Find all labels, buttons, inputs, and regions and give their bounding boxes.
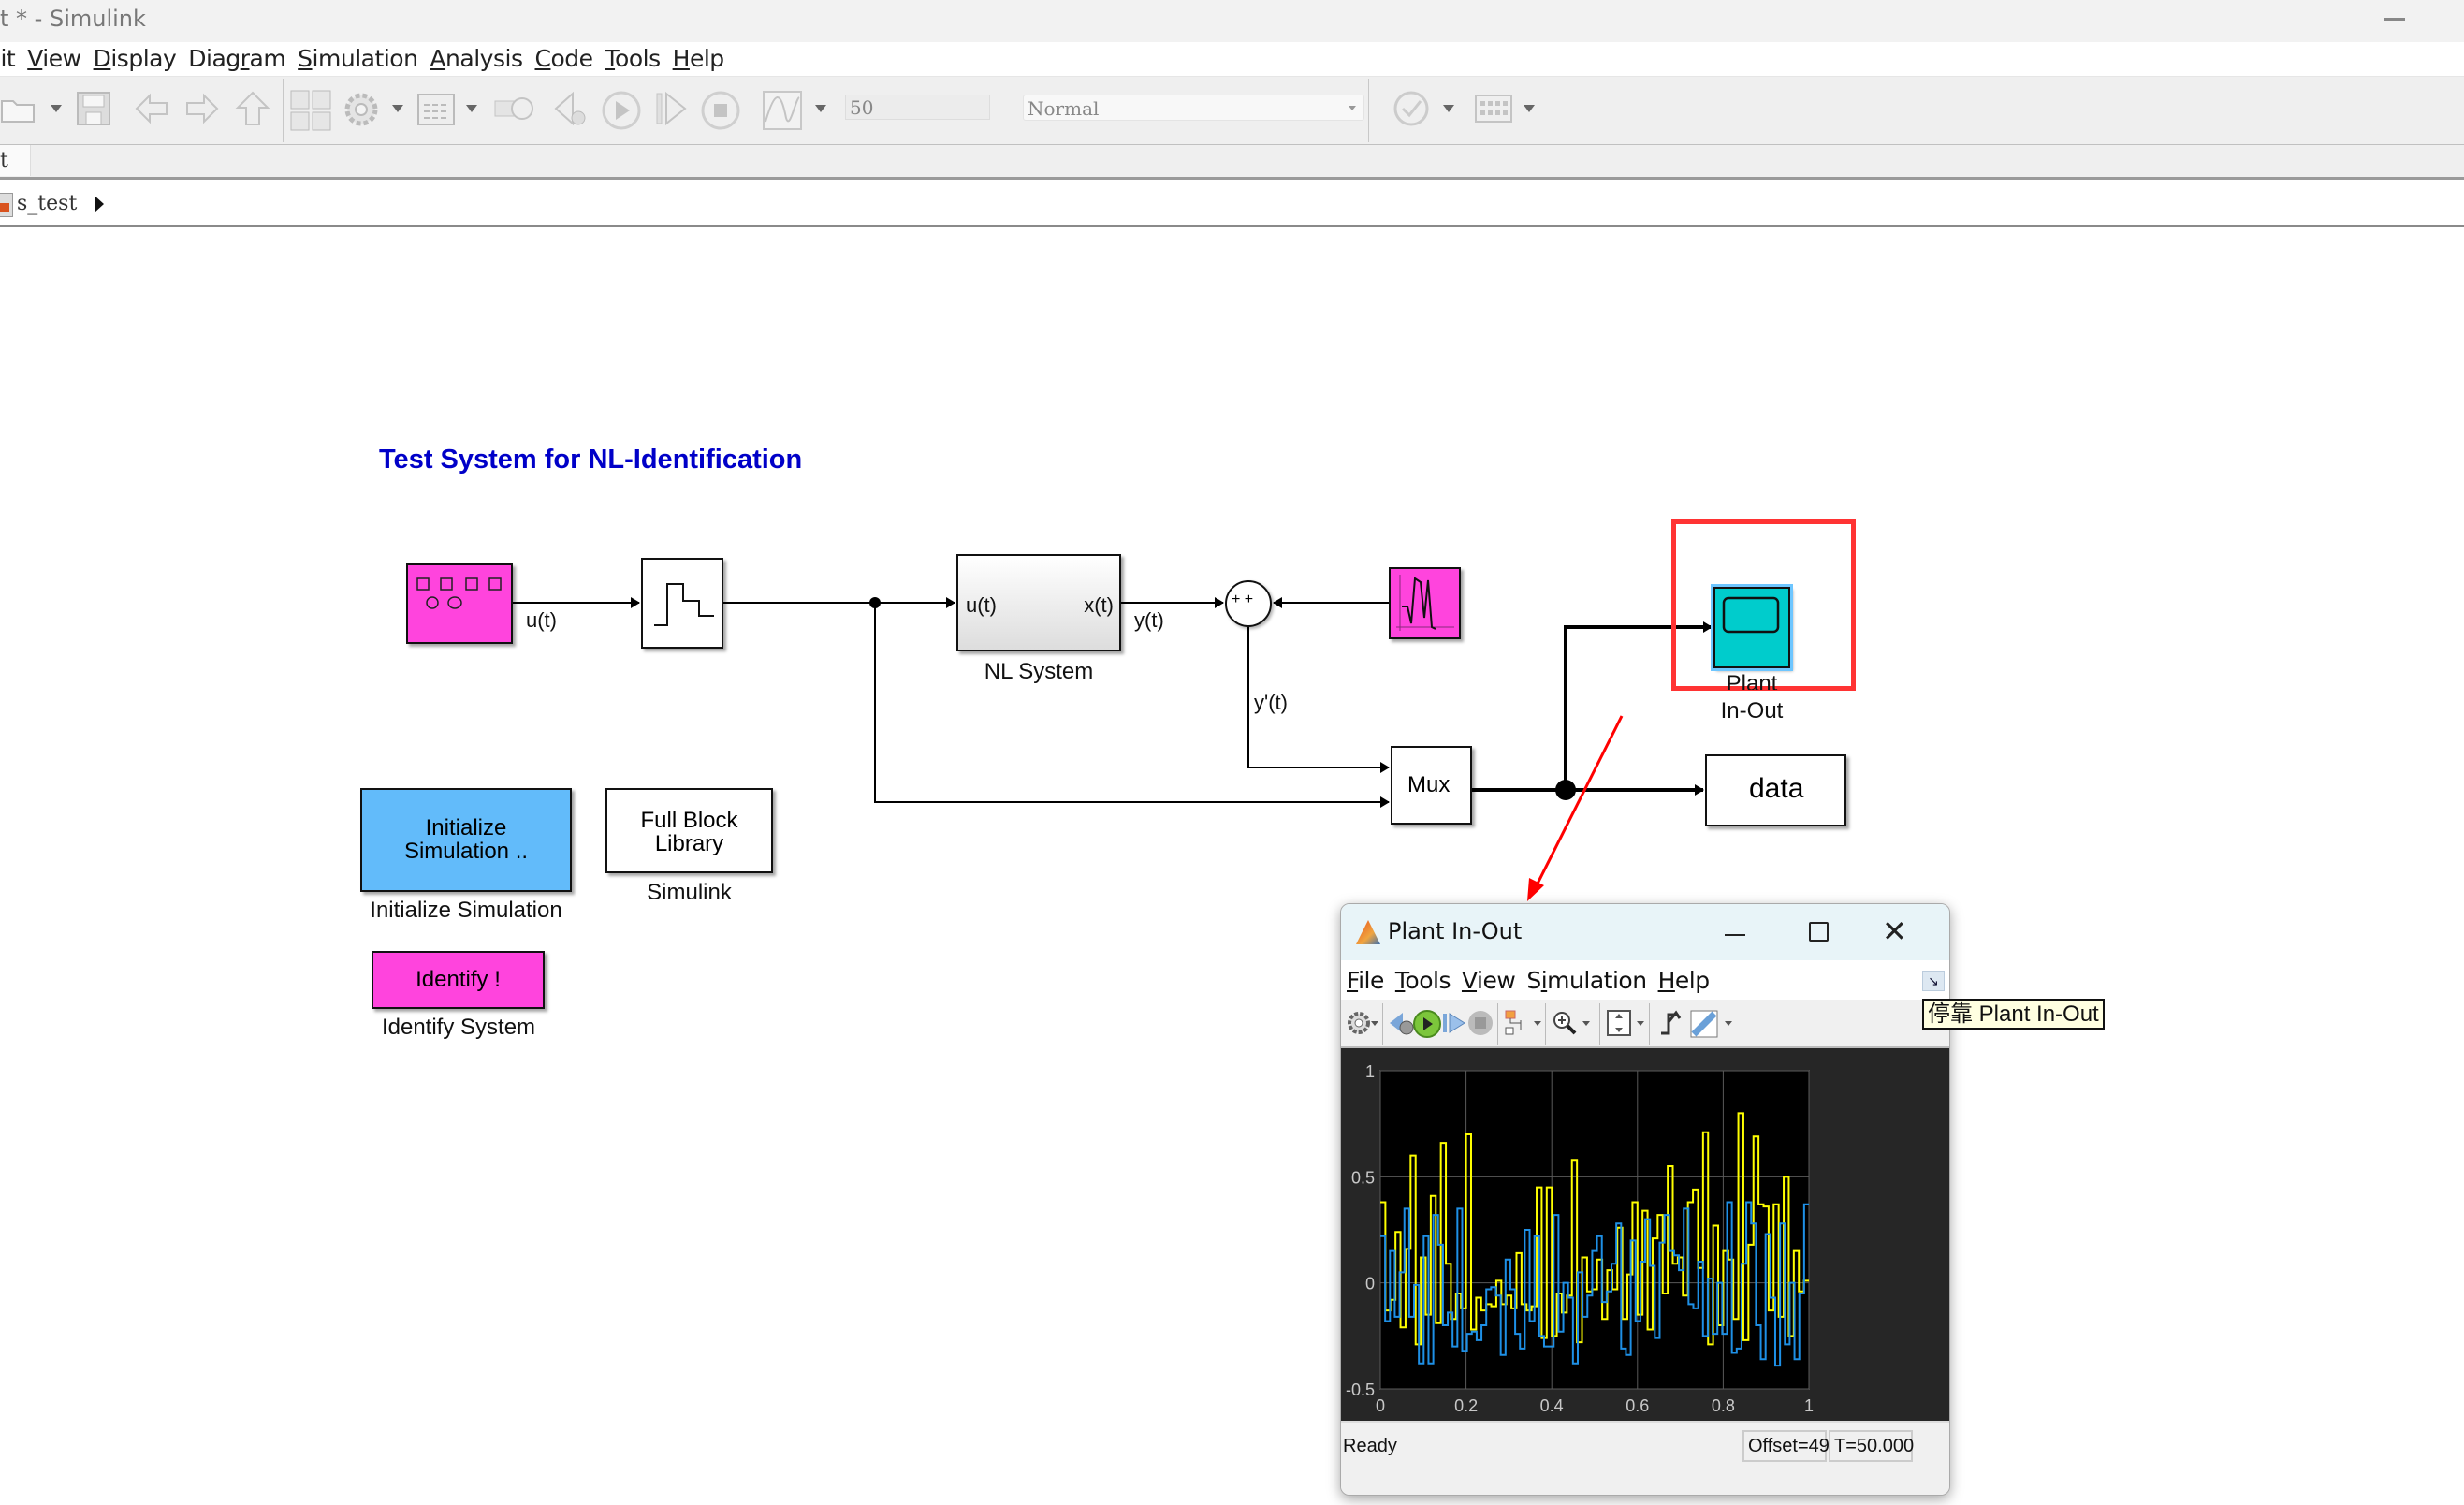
signal-label-u: u(t) <box>526 608 557 632</box>
scope-time-field: T=50.000 <box>1829 1430 1914 1462</box>
to-workspace-data-block[interactable]: data <box>1705 754 1846 826</box>
init-text-line1: Initialize <box>425 815 507 840</box>
y-tick-label: 0 <box>1365 1275 1375 1293</box>
scope-label-line2: In-Out <box>1720 698 1784 723</box>
library-text-line2: Library <box>654 831 724 856</box>
scope-status-bar: Ready Offset=49 T=50.000 <box>1341 1421 1949 1495</box>
init-text-line2: Simulation .. <box>403 839 529 864</box>
identify-system-label: Identify System <box>381 1015 536 1040</box>
noise-signal-icon <box>1396 575 1454 631</box>
scope-plot-area[interactable]: 0 0.2 0.4 0.6 0.8 1 1 0.5 0 -0.5 <box>1341 1048 1949 1421</box>
scope-window-title: Plant In-Out <box>1388 918 1523 944</box>
scope-toolbar <box>1341 1000 1949 1048</box>
scope-window: Plant In-Out ✕ ↘ File Tools View Simulation… <box>1340 903 1950 1496</box>
triggers-icon[interactable] <box>1657 1009 1685 1037</box>
sum-signs: + + <box>1232 592 1254 607</box>
menu-item-view[interactable]: View <box>1462 967 1516 994</box>
x-tick-label: 0 <box>1376 1396 1385 1415</box>
measurements-ruler-icon[interactable] <box>1689 1009 1718 1038</box>
dock-tooltip: 停靠 Plant In-Out <box>1922 999 2105 1030</box>
scope-maximize-button[interactable] <box>1809 922 1829 942</box>
zero-order-hold-block[interactable] <box>641 558 723 649</box>
data-label: data <box>1749 773 1804 804</box>
plant-in-out-scope-block[interactable] <box>1711 584 1793 671</box>
dock-arrow-icon[interactable]: ↘ <box>1922 971 1945 991</box>
scope-menu-bar: ↘ File Tools View Simulation Help <box>1341 960 1949 1001</box>
zoom-dropdown-arrow[interactable] <box>1582 1021 1590 1026</box>
annotation-arrow-head <box>1527 878 1544 901</box>
menu-item-simulation[interactable]: Simulation <box>1526 967 1647 994</box>
nl-in-port-label: u(t) <box>966 593 997 617</box>
y-tick-label: 0.5 <box>1351 1168 1375 1187</box>
identify-block[interactable]: Identify ! <box>372 951 545 1009</box>
simulink-library-label: Simulink <box>647 880 732 905</box>
menu-item-help[interactable]: Help <box>1658 967 1711 994</box>
plot-background <box>1379 1070 1810 1390</box>
random-signal-icon <box>416 577 502 609</box>
mux-block[interactable]: Mux <box>1391 746 1472 825</box>
signal-label-yprime: y'(t) <box>1254 691 1288 714</box>
identify-text: Identify ! <box>416 967 501 992</box>
full-block-library-block[interactable]: Full Block Library <box>605 788 773 873</box>
library-text-line1: Full Block <box>640 808 738 833</box>
step-forward-icon[interactable] <box>1440 1009 1468 1037</box>
y-tick-label: 1 <box>1365 1062 1375 1081</box>
signal-label-y: y(t) <box>1134 608 1164 632</box>
nl-out-port-label: x(t) <box>1084 593 1114 617</box>
run-icon[interactable] <box>1412 1009 1441 1038</box>
annotation-arrow-line <box>1533 715 1624 890</box>
scope-offset-field: Offset=49 <box>1742 1430 1830 1462</box>
settings-dropdown-arrow[interactable] <box>1371 1021 1378 1026</box>
zoom-in-icon[interactable] <box>1551 1009 1579 1037</box>
random-source-block[interactable] <box>406 563 513 644</box>
x-tick-label: 0.4 <box>1540 1396 1564 1415</box>
stop-icon[interactable] <box>1466 1009 1494 1037</box>
scope-minimize-button[interactable] <box>1725 934 1745 936</box>
step-hold-icon <box>654 583 714 626</box>
autoscale-dropdown-arrow[interactable] <box>1637 1021 1644 1026</box>
signal-lines <box>512 597 1713 901</box>
initialize-simulation-block[interactable]: Initialize Simulation .. <box>360 788 572 892</box>
scope-title-bar[interactable]: Plant In-Out ✕ <box>1341 904 1949 960</box>
wire-u-to-mux[interactable] <box>874 603 1390 808</box>
branch-point <box>1555 780 1576 800</box>
nl-system-block[interactable]: u(t) x(t) <box>956 554 1121 651</box>
mux-label: Mux <box>1407 772 1451 797</box>
sum-block[interactable]: + + <box>1225 580 1272 627</box>
initialize-simulation-label: Initialize Simulation <box>370 898 562 923</box>
scope-label-line1: Plant <box>1726 671 1778 690</box>
signal-selector-dropdown-arrow[interactable] <box>1534 1021 1541 1026</box>
x-tick-label: 0.6 <box>1626 1396 1649 1415</box>
scope-close-button[interactable]: ✕ <box>1882 913 1907 949</box>
settings-gear-icon[interactable] <box>1345 1009 1373 1037</box>
autoscale-icon[interactable] <box>1605 1009 1633 1037</box>
matlab-logo-icon <box>1356 920 1380 944</box>
noise-source-block[interactable] <box>1389 567 1461 639</box>
x-tick-label: 0.8 <box>1712 1396 1735 1415</box>
measurements-dropdown-arrow[interactable] <box>1725 1021 1732 1026</box>
x-tick-label: 1 <box>1804 1396 1814 1415</box>
menu-item-tools[interactable]: Tools <box>1395 967 1451 994</box>
signal-selector-icon[interactable] <box>1502 1009 1530 1037</box>
scope-icon <box>1722 596 1780 634</box>
branch-point <box>869 597 881 608</box>
scope-status-text: Ready <box>1343 1436 1397 1456</box>
nl-system-label: NL System <box>984 659 1094 684</box>
menu-item-file[interactable]: File <box>1347 967 1384 994</box>
x-tick-label: 0.2 <box>1454 1396 1478 1415</box>
scope-axes: 0 0.2 0.4 0.6 0.8 110.50-0.5 <box>1346 1062 1814 1415</box>
y-tick-label: -0.5 <box>1346 1381 1375 1399</box>
